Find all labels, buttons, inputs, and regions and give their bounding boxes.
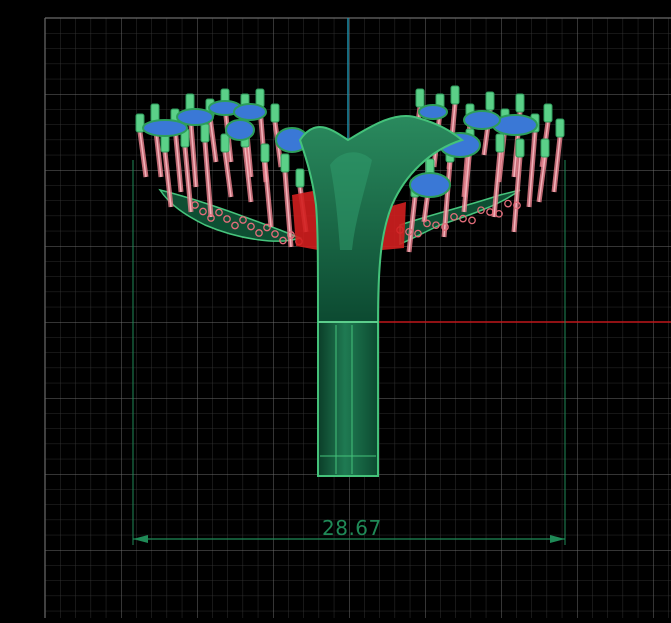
tooth-pad	[409, 172, 451, 198]
tooth-pad	[463, 110, 501, 130]
tooth-pad	[176, 108, 214, 126]
tooth-pad	[418, 104, 448, 120]
tooth-pad	[225, 119, 255, 141]
viewport-canvas[interactable]: 28.67	[0, 0, 671, 618]
dimension-value[interactable]: 28.67	[322, 516, 382, 540]
cad-viewport[interactable]: 28.67	[0, 0, 671, 618]
tooth-pad	[233, 103, 267, 121]
